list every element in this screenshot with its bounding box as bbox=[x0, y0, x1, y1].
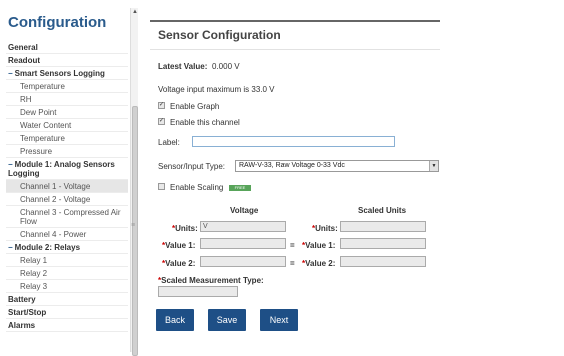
voltage-value1-label: Value 1: bbox=[165, 241, 196, 250]
sidebar-item[interactable]: Channel 2 - Voltage bbox=[6, 193, 128, 206]
sensor-type-label: Sensor/Input Type: bbox=[158, 162, 226, 171]
sidebar-item-label: Channel 4 - Power bbox=[20, 230, 87, 239]
sidebar-item-label: Channel 1 - Voltage bbox=[20, 182, 91, 191]
sidebar-item[interactable]: Relay 1 bbox=[6, 254, 128, 267]
sidebar-item-label: General bbox=[8, 43, 38, 52]
resize-grip-icon[interactable]: ≡ bbox=[131, 222, 135, 229]
enable-channel-label: Enable this channel bbox=[170, 118, 240, 127]
sidebar-item[interactable]: Channel 3 - Compressed Air Flow bbox=[6, 206, 128, 228]
sidebar-item-label: Pressure bbox=[20, 147, 53, 156]
sidebar-item-label: Temperature bbox=[20, 82, 65, 91]
divider bbox=[150, 49, 440, 50]
enable-scaling-label: Enable Scaling bbox=[170, 183, 224, 192]
voltage-units-label: Units: bbox=[175, 224, 198, 233]
sidebar-item[interactable]: Dew Point bbox=[6, 106, 128, 119]
sidebar-item-label: Module 1: Analog Sensors Logging bbox=[8, 160, 115, 178]
equals-sign: = bbox=[290, 259, 295, 268]
sidebar-item-label: Module 2: Relays bbox=[14, 243, 81, 252]
voltage-value2-label: Value 2: bbox=[165, 259, 196, 268]
sidebar-item-label: Water Content bbox=[20, 121, 72, 130]
sidebar-item[interactable]: RH bbox=[6, 93, 128, 106]
scaled-type-label: Scaled Measurement Type: bbox=[161, 276, 264, 285]
scaling-badge: FREE bbox=[229, 185, 251, 191]
sensor-type-value: RAW-V-33, Raw Voltage 0-33 Vdc bbox=[239, 162, 345, 169]
sidebar-scrollbar[interactable]: ▲ bbox=[130, 8, 138, 356]
sidebar-item-label: Relay 2 bbox=[20, 269, 48, 278]
sidebar-item-label: Alarms bbox=[8, 321, 36, 330]
scaled-type-input[interactable] bbox=[158, 286, 238, 297]
sidebar: Configuration General Readout − Smart Senso… bbox=[0, 0, 140, 356]
scaled-units-label: Units: bbox=[315, 224, 338, 233]
chevron-down-icon[interactable]: ▼ bbox=[429, 161, 438, 171]
scroll-up-icon[interactable]: ▲ bbox=[132, 9, 138, 15]
scaled-value2-input[interactable] bbox=[340, 256, 426, 267]
voltage-column-header: Voltage bbox=[230, 206, 259, 215]
sidebar-item[interactable]: − Smart Sensors Logging bbox=[6, 67, 128, 80]
sidebar-item-label: Relay 3 bbox=[20, 282, 48, 291]
voltage-value1-input[interactable] bbox=[200, 238, 286, 249]
scaled-value1-label: Value 1: bbox=[305, 241, 336, 250]
save-button[interactable]: Save bbox=[208, 309, 246, 331]
scaled-column-header: Scaled Units bbox=[358, 206, 407, 215]
sidebar-item-label: Relay 1 bbox=[20, 256, 48, 265]
sensor-config-panel: Sensor Configuration Latest Value: 0.000… bbox=[150, 20, 440, 352]
scaled-value1-input[interactable] bbox=[340, 238, 426, 249]
sidebar-item[interactable]: Water Content bbox=[6, 119, 128, 132]
sidebar-item[interactable]: Readout bbox=[6, 54, 128, 67]
voltage-units-input[interactable]: V bbox=[200, 221, 286, 232]
sidebar-nav: General Readout − Smart Sensors Logging Temp… bbox=[6, 41, 128, 332]
latest-value: 0.000 V bbox=[212, 62, 240, 71]
sidebar-item[interactable]: Channel 4 - Power bbox=[6, 228, 128, 241]
sidebar-item-label: Channel 3 - Compressed Air Flow bbox=[20, 208, 121, 226]
sidebar-item[interactable]: Relay 2 bbox=[6, 267, 128, 280]
sidebar-item-label: Smart Sensors Logging bbox=[14, 69, 105, 78]
voltage-note: Voltage input maximum is 33.0 V bbox=[158, 85, 275, 94]
label-field-label: Label: bbox=[158, 138, 180, 147]
sidebar-item[interactable]: Start/Stop bbox=[6, 306, 128, 319]
scaled-units-input[interactable] bbox=[340, 221, 426, 232]
sidebar-item-label: Temperature bbox=[20, 134, 65, 143]
collapse-icon[interactable]: − bbox=[8, 69, 13, 78]
enable-scaling-checkbox[interactable] bbox=[158, 183, 165, 190]
voltage-value2-input[interactable] bbox=[200, 256, 286, 267]
sensor-type-select[interactable]: RAW-V-33, Raw Voltage 0-33 Vdc ▼ bbox=[235, 160, 439, 172]
sidebar-item[interactable]: Pressure bbox=[6, 145, 128, 158]
latest-value-label: Latest Value: bbox=[158, 62, 208, 71]
enable-graph-label: Enable Graph bbox=[170, 102, 220, 111]
sidebar-title: Configuration bbox=[8, 14, 107, 31]
sidebar-item-label: Battery bbox=[8, 295, 36, 304]
sidebar-item[interactable]: Relay 3 bbox=[6, 280, 128, 293]
sidebar-item-label: Channel 2 - Voltage bbox=[20, 195, 91, 204]
sidebar-item-label: Readout bbox=[8, 56, 40, 65]
next-button[interactable]: Next bbox=[260, 309, 298, 331]
scaled-value2-label: Value 2: bbox=[305, 259, 336, 268]
panel-title: Sensor Configuration bbox=[158, 28, 281, 42]
sidebar-item[interactable]: General bbox=[6, 41, 128, 54]
sidebar-item[interactable]: Temperature bbox=[6, 80, 128, 93]
scroll-thumb[interactable] bbox=[132, 106, 138, 356]
sidebar-item[interactable]: − Module 1: Analog Sensors Logging bbox=[6, 158, 128, 180]
label-input[interactable] bbox=[192, 136, 395, 147]
sidebar-item[interactable]: Temperature bbox=[6, 132, 128, 145]
enable-graph-checkbox[interactable]: ✓ bbox=[158, 102, 165, 109]
sidebar-item[interactable]: Channel 1 - Voltage bbox=[6, 180, 128, 193]
sidebar-item[interactable]: − Module 2: Relays bbox=[6, 241, 128, 254]
sidebar-item-label: Start/Stop bbox=[8, 308, 47, 317]
sidebar-item[interactable]: Alarms bbox=[6, 319, 128, 332]
sidebar-item[interactable]: Battery bbox=[6, 293, 128, 306]
sidebar-item-label: RH bbox=[20, 95, 32, 104]
sidebar-item-label: Dew Point bbox=[20, 108, 57, 117]
enable-channel-checkbox[interactable]: ✓ bbox=[158, 118, 165, 125]
collapse-icon[interactable]: − bbox=[8, 160, 13, 169]
equals-sign: = bbox=[290, 241, 295, 250]
collapse-icon[interactable]: − bbox=[8, 243, 13, 252]
back-button[interactable]: Back bbox=[156, 309, 194, 331]
